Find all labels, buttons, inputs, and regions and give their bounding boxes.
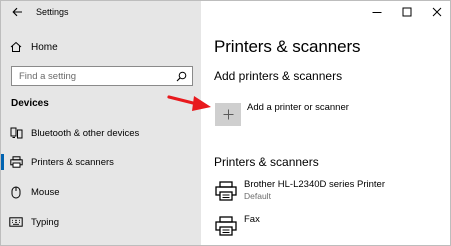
back-button[interactable] [1, 1, 33, 23]
sidebar: Settings Home Devices [1, 1, 201, 245]
add-section-title: Add printers & scanners [214, 69, 343, 83]
bluetooth-devices-icon [1, 127, 31, 139]
printer-icon [215, 181, 237, 206]
sidebar-item-label: Typing [31, 216, 59, 228]
sidebar-item-label: Printers & scanners [31, 156, 114, 168]
titlebar-left: Settings [1, 1, 201, 23]
minimize-icon [372, 12, 382, 13]
sidebar-item-label: Mouse [31, 186, 60, 198]
printer-icon [1, 156, 31, 168]
printers-list-title: Printers & scanners [214, 155, 319, 169]
mouse-icon [1, 186, 31, 199]
sidebar-item-label: Bluetooth & other devices [31, 127, 140, 139]
printer-status: Default [244, 191, 271, 201]
printer-icon [215, 216, 237, 241]
window-title: Settings [36, 7, 69, 17]
add-printer-button[interactable] [215, 103, 241, 126]
maximize-icon [402, 7, 412, 17]
main-content: Printers & scanners Add printers & scann… [201, 1, 450, 245]
annotation-arrow-icon [167, 95, 211, 111]
search-box[interactable] [11, 66, 193, 86]
window-controls [362, 1, 450, 23]
printer-name: Brother HL-L2340D series Printer [244, 179, 385, 190]
home-icon [1, 41, 31, 53]
back-arrow-icon [11, 7, 22, 17]
home-label: Home [31, 41, 58, 53]
sidebar-item-home[interactable]: Home [1, 36, 201, 58]
page-title: Printers & scanners [214, 37, 361, 56]
section-title-devices: Devices [11, 98, 49, 109]
sidebar-item-mouse[interactable]: Mouse [1, 179, 201, 205]
maximize-button[interactable] [392, 1, 422, 23]
sidebar-item-bluetooth[interactable]: Bluetooth & other devices [1, 120, 201, 146]
sidebar-item-printers[interactable]: Printers & scanners [1, 149, 201, 175]
minimize-button[interactable] [362, 1, 392, 23]
printer-item-fax[interactable]: Fax [211, 214, 441, 242]
search-icon [176, 71, 187, 81]
sidebar-item-typing[interactable]: Typing [1, 209, 201, 235]
close-button[interactable] [422, 1, 450, 23]
keyboard-icon [1, 217, 31, 227]
settings-window: Settings Home Devices [0, 0, 451, 246]
add-printer-label[interactable]: Add a printer or scanner [247, 102, 349, 113]
search-input[interactable] [19, 70, 169, 82]
plus-icon [223, 109, 233, 120]
printer-name: Fax [244, 214, 260, 225]
printer-item-brother[interactable]: Brother HL-L2340D series Printer Default [211, 179, 441, 207]
close-icon [432, 7, 442, 17]
